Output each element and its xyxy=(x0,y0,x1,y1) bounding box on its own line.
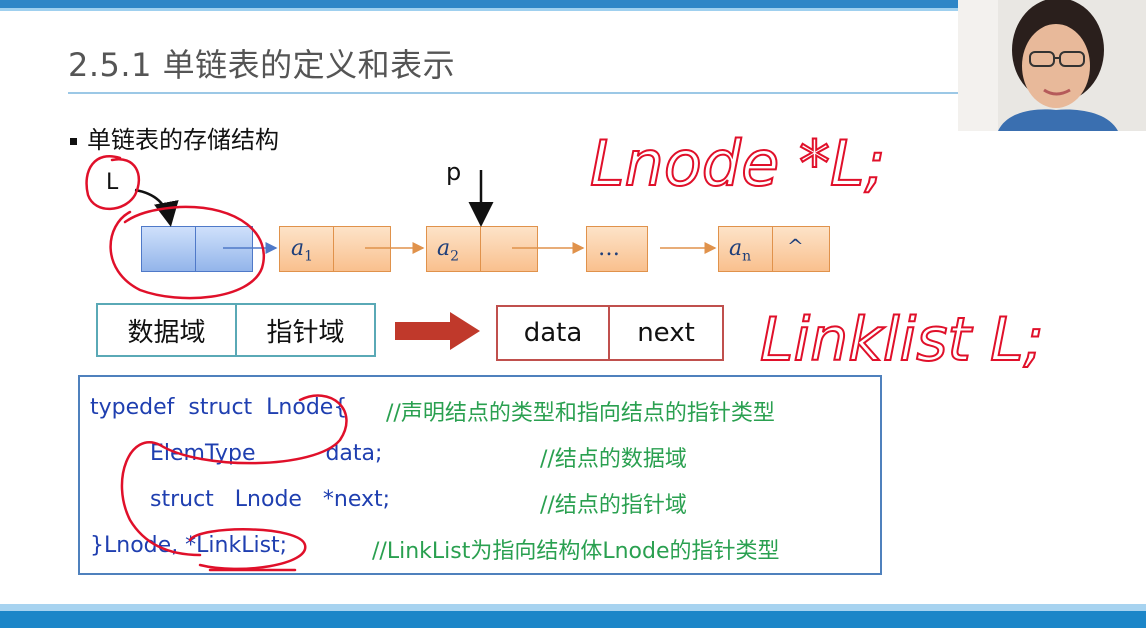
handwritten-text-1: Lnode *L; xyxy=(590,127,885,200)
bottom-accent-strip xyxy=(0,604,1146,611)
bottom-accent-bar xyxy=(0,611,1146,628)
handwritten-text-2: Linklist L; xyxy=(760,305,1044,375)
presenter-avatar-icon xyxy=(958,0,1146,131)
presenter-webcam xyxy=(958,0,1146,131)
